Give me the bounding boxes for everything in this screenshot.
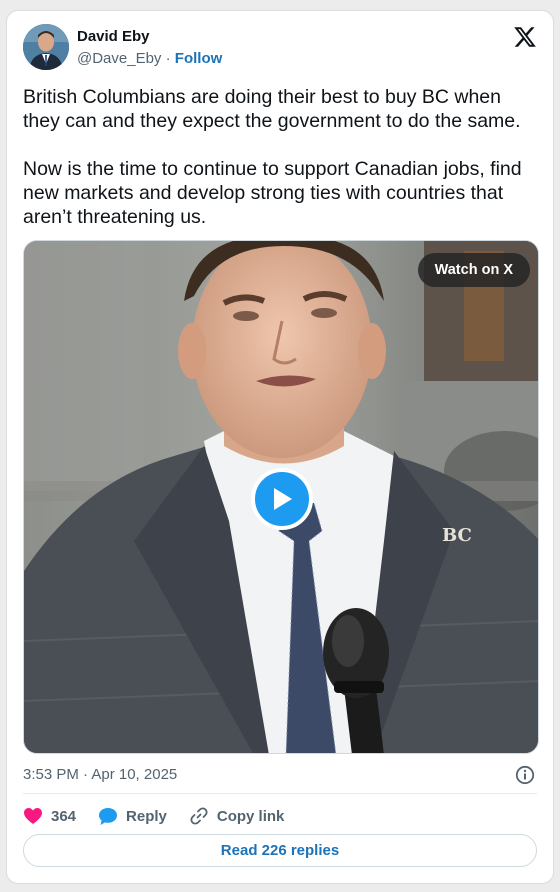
divider — [23, 793, 537, 794]
lapel-pin: BC — [442, 525, 472, 546]
info-icon[interactable] — [515, 765, 535, 785]
play-button[interactable] — [251, 468, 313, 530]
like-count: 364 — [51, 807, 77, 825]
like-button[interactable]: 364 — [23, 807, 76, 825]
copy-link-button[interactable]: Copy link — [189, 806, 285, 826]
watch-on-x-button[interactable]: Watch on X — [417, 253, 530, 287]
speech-bubble-icon — [99, 807, 118, 825]
author-handle[interactable]: @Dave_Eby — [77, 50, 161, 67]
reply-label: Reply — [126, 807, 167, 825]
tweet-text: British Columbians are doing their best … — [23, 86, 522, 228]
reply-button[interactable]: Reply — [98, 807, 167, 826]
copy-link-label: Copy link — [216, 807, 285, 825]
read-replies-button[interactable]: Read 226 replies — [23, 834, 537, 867]
tweet-timestamp[interactable]: 3:53 PM · Apr 10, 2025 — [23, 766, 177, 783]
video-player[interactable]: BC Watch on X — [23, 240, 539, 754]
x-logo-icon[interactable] — [513, 25, 537, 49]
heart-icon — [24, 808, 42, 824]
separator: · — [165, 50, 171, 67]
author-name[interactable]: David Eby — [77, 28, 150, 45]
follow-button[interactable]: Follow — [175, 50, 223, 67]
tweet-card: David Eby @Dave_Eby · Follow British Col… — [6, 10, 554, 884]
link-icon — [190, 807, 208, 825]
play-icon — [274, 488, 292, 510]
avatar[interactable] — [23, 24, 69, 70]
action-bar: 364 Reply Copy link — [23, 804, 306, 828]
author-meta: @Dave_Eby · Follow — [77, 50, 222, 67]
